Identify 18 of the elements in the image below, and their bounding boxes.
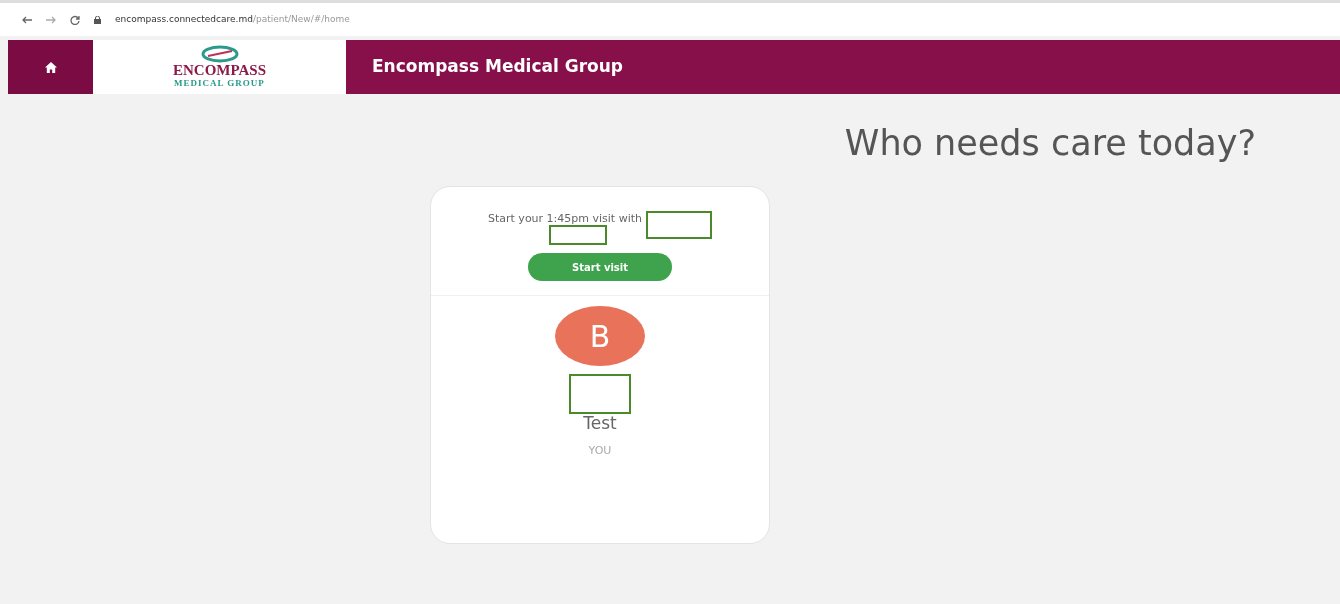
redaction-box xyxy=(646,211,712,239)
start-visit-button[interactable]: Start visit xyxy=(528,253,672,281)
avatar[interactable]: B xyxy=(555,306,645,366)
logo-icon xyxy=(199,45,240,64)
logo-subtext: MEDICAL GROUP xyxy=(174,78,265,89)
back-icon[interactable] xyxy=(22,15,32,24)
visit-prompt: Start your 1:45pm visit with xyxy=(488,211,642,227)
redaction-box xyxy=(549,225,607,245)
reload-icon[interactable] xyxy=(70,14,80,25)
lock-icon xyxy=(94,15,101,24)
patient-name: Test xyxy=(583,414,617,433)
patient-relation: YOU xyxy=(588,442,612,459)
page-heading: Who needs care today? xyxy=(843,122,1257,164)
address-bar[interactable]: encompass.connectedcare.md/patient/New/#/home xyxy=(115,12,350,27)
logo-text: ENCOMPASS xyxy=(172,63,267,79)
home-icon xyxy=(44,61,57,73)
header-title: Encompass Medical Group xyxy=(346,40,1340,94)
redaction-box xyxy=(569,374,631,414)
